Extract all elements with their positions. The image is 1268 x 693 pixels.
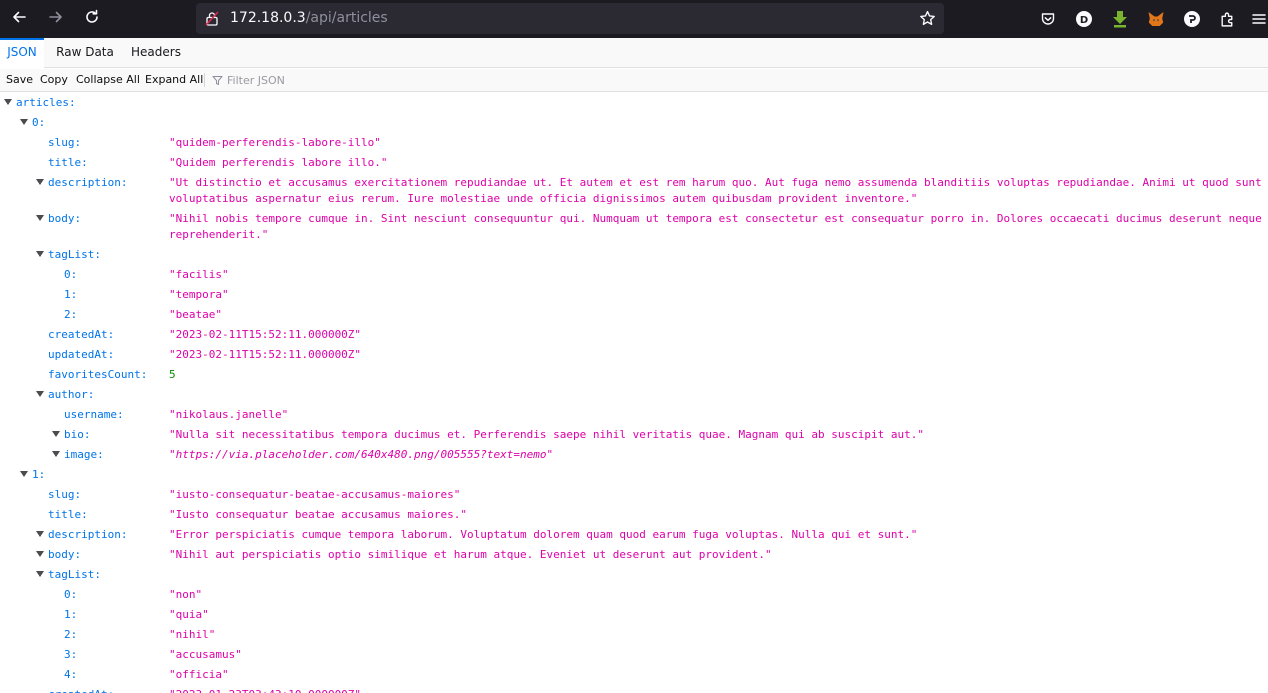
json-key: description: [48, 528, 128, 541]
json-key: body: [48, 212, 82, 225]
json-key: createdAt: [48, 328, 115, 341]
browser-toolbar: 172.18.0.3/api/articles D [0, 0, 1268, 38]
url-text[interactable]: 172.18.0.3/api/articles [230, 10, 388, 26]
json-value: "facilis" [169, 268, 229, 281]
expand-toggle-icon[interactable] [36, 215, 44, 221]
json-value: "quidem-perferendis-labore-illo" [169, 136, 381, 149]
json-key: 2: [64, 628, 78, 641]
json-value: "Nulla sit necessitatibus tempora ducimu… [169, 428, 924, 441]
pocket-icon[interactable] [1038, 9, 1058, 29]
expand-toggle-icon[interactable] [36, 391, 44, 397]
json-key: bio: [64, 428, 91, 441]
reload-button[interactable] [80, 7, 104, 31]
metamask-fox-icon[interactable] [1146, 9, 1166, 29]
json-value: "2023-02-11T15:52:11.000000Z" [169, 348, 362, 361]
tab-headers[interactable]: Headers [126, 38, 186, 68]
extension-d-icon[interactable]: D [1074, 9, 1094, 29]
json-key: title: [48, 508, 88, 521]
expand-toggle-icon[interactable] [36, 571, 44, 577]
filter-box [212, 72, 412, 89]
json-value: "2023-01-23T03:43:10.000000Z" [169, 687, 1264, 693]
expand-toggle-icon[interactable] [4, 99, 12, 105]
json-value: "tempora" [169, 288, 229, 301]
json-key: 3: [64, 648, 78, 661]
json-key: slug: [48, 488, 82, 501]
collapse-all-button[interactable]: Collapse All [76, 73, 140, 86]
json-key: 1: [64, 608, 78, 621]
json-key: createdAt: [48, 687, 114, 693]
json-value: "officia" [169, 668, 229, 681]
json-value: "Iusto consequatur beatae accusamus maio… [169, 508, 468, 521]
save-button[interactable]: Save [6, 73, 33, 86]
json-value: "Quidem perferendis labore illo." [169, 156, 388, 169]
json-key: tagList: [48, 248, 101, 261]
json-value: "Error perspiciatis cumque tempora labor… [169, 528, 918, 541]
json-key: description: [48, 176, 128, 189]
expand-toggle-icon[interactable] [36, 179, 44, 185]
url-host: 172.18.0.3 [230, 10, 306, 26]
json-key: body: [48, 548, 82, 561]
json-value: "accusamus" [169, 648, 242, 661]
json-key: 0: [32, 116, 46, 129]
expand-toggle-icon[interactable] [36, 251, 44, 257]
json-key: updatedAt: [48, 348, 115, 361]
json-value: "quia" [169, 608, 209, 621]
json-value: "beatae" [169, 308, 222, 321]
expand-toggle-icon[interactable] [36, 531, 44, 537]
tab-json[interactable]: JSON [0, 38, 44, 68]
json-value: "Ut distinctio et accusamus exercitation… [169, 176, 1268, 205]
json-key: title: [48, 156, 88, 169]
json-key: 1: [32, 468, 46, 481]
extension-circle-icon[interactable] [1182, 9, 1202, 29]
viewer-tab-bar: JSON Raw Data Headers [0, 38, 1268, 68]
json-toolbar: Save Copy Collapse All Expand All [0, 69, 1268, 92]
expand-toggle-icon[interactable] [20, 471, 28, 477]
url-path: /api/articles [305, 10, 388, 26]
json-key: author: [48, 388, 95, 401]
download-arrow-icon[interactable] [1110, 9, 1130, 29]
json-key: favoritesCount: [48, 368, 148, 381]
extensions-puzzle-icon[interactable] [1217, 9, 1237, 29]
json-value: "nihil" [169, 628, 216, 641]
expand-toggle-icon[interactable] [52, 431, 60, 437]
json-value: "Nihil nobis tempore cumque in. Sint nes… [169, 212, 1268, 241]
copy-button[interactable]: Copy [40, 73, 68, 86]
toolbar-divider [204, 73, 205, 87]
filter-funnel-icon [212, 71, 223, 90]
reload-icon [84, 9, 100, 29]
bookmark-star-icon[interactable] [919, 10, 936, 31]
forward-button[interactable] [44, 7, 68, 31]
svg-text:D: D [1080, 15, 1088, 26]
address-bar[interactable]: 172.18.0.3/api/articles [196, 3, 944, 34]
json-tree: articles: 0: slug: "quidem-perferendis-labo… [0, 93, 1268, 693]
expand-toggle-icon[interactable] [20, 119, 28, 125]
hamburger-menu-icon[interactable] [1252, 9, 1266, 29]
json-key: 0: [64, 268, 78, 281]
json-value: 5 [169, 368, 176, 381]
json-key: slug: [48, 136, 82, 149]
json-value: "2023-02-11T15:52:11.000000Z" [169, 328, 362, 341]
json-key: tagList: [48, 568, 101, 581]
json-key: 4: [64, 668, 78, 681]
json-value: "non" [169, 588, 203, 601]
json-value: "https://via.placeholder.com/640x480.png… [169, 448, 554, 461]
tab-raw-data[interactable]: Raw Data [51, 38, 119, 68]
arrow-right-icon [48, 9, 64, 29]
json-key: image: [64, 448, 104, 461]
expand-all-button[interactable]: Expand All [145, 73, 203, 86]
json-key: 0: [64, 588, 78, 601]
json-key: username: [64, 408, 124, 421]
json-key: 1: [64, 288, 78, 301]
json-value: "Nihil aut perspiciatis optio similique … [169, 548, 772, 561]
arrow-left-icon [11, 9, 27, 29]
json-value: "nikolaus.janelle" [169, 408, 289, 421]
expand-toggle-icon[interactable] [36, 551, 44, 557]
json-value: "iusto-consequatur-beatae-accusamus-maio… [169, 488, 461, 501]
insecure-lock-icon[interactable] [205, 11, 219, 30]
json-key: 2: [64, 308, 78, 321]
json-key: articles: [16, 96, 76, 109]
back-button[interactable] [7, 7, 31, 31]
expand-toggle-icon[interactable] [52, 451, 60, 457]
filter-json-input[interactable] [227, 74, 407, 87]
